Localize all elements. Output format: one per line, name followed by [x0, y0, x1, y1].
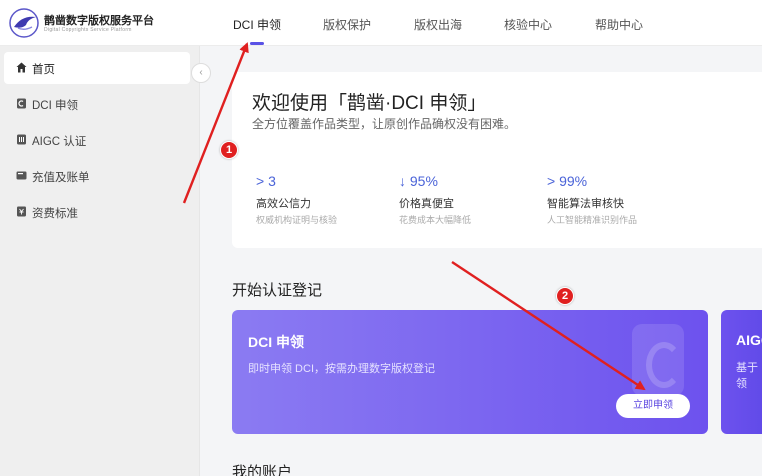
welcome-subtitle: 全方位覆盖作品类型，让原创作品确权没有困难。 [252, 117, 517, 131]
welcome-title: 欢迎使用「鹊凿·DCI 申领」 [252, 93, 487, 114]
brand-subtitle: Digital Copyrights Service Platform [44, 27, 132, 33]
sidebar-item-label: DCI 申领 [32, 100, 78, 112]
nav-copyright-overseas[interactable]: 版权出海 [414, 16, 462, 33]
magpie-logo-icon[interactable] [8, 7, 42, 39]
stat-name: 价格真便宜 [399, 198, 454, 210]
stat-desc: 人工智能精准识别作品 [547, 215, 638, 225]
sidebar-collapse-button[interactable]: ‹ [191, 63, 211, 83]
dci-apply-card[interactable]: DCI 申领 即时申领 DCI，按需办理数字版权登记 立即申领 [232, 310, 708, 434]
sidebar-item-dci[interactable]: DCI 申领 [4, 88, 190, 120]
nav-dci-apply[interactable]: DCI 申领 [233, 16, 281, 33]
sidebar-item-label: 充值及账单 [32, 172, 90, 184]
nav-verification-center[interactable]: 核验中心 [504, 16, 552, 33]
sidebar-item-label: 首页 [32, 64, 55, 76]
aigc-cert-card[interactable]: AIGC 基于领 [721, 310, 762, 434]
home-icon [16, 62, 27, 73]
sidebar-item-label: 资费标准 [32, 208, 78, 220]
account-section-title: 我的账户 [232, 464, 293, 476]
wallet-icon [16, 171, 27, 180]
fee-icon [17, 206, 26, 217]
stat-desc: 花费成本大幅降低 [399, 215, 472, 225]
sidebar-item-fees[interactable]: 资费标准 [4, 196, 190, 228]
sidebar: 首页 DCI 申领 AIGC 认证 充值及账单 资费标准 [0, 46, 200, 476]
chevron-left-icon: ‹ [199, 67, 203, 78]
stat-desc: 权威机构证明与核验 [256, 215, 338, 225]
nav-help-center[interactable]: 帮助中心 [595, 16, 643, 33]
annotation-badge-2: 2 [556, 287, 574, 305]
stat-price: ↓ 95% 价格真便宜 花费成本大幅降低 [399, 173, 471, 226]
nav-active-indicator [250, 42, 264, 45]
aigc-icon [17, 134, 26, 145]
stat-name: 高效公信力 [256, 198, 311, 210]
stat-name: 智能算法审核快 [547, 198, 624, 210]
stat-algorithm: > 99% 智能算法审核快 人工智能精准识别作品 [547, 173, 637, 226]
dci-card-title: DCI 申领 [248, 334, 304, 350]
dci-card-desc: 即时申领 DCI，按需办理数字版权登记 [248, 363, 435, 375]
apply-now-button[interactable]: 立即申领 [616, 394, 690, 418]
sidebar-item-home[interactable]: 首页 [4, 52, 190, 84]
sidebar-item-billing[interactable]: 充值及账单 [4, 160, 190, 192]
stat-credibility: > 3 高效公信力 权威机构证明与核验 [256, 173, 337, 226]
sidebar-item-aigc[interactable]: AIGC 认证 [4, 124, 190, 156]
nav-copyright-protection[interactable]: 版权保护 [323, 16, 371, 33]
brand-name: 鹊凿数字版权服务平台 [44, 15, 154, 27]
aigc-card-title: AIGC [736, 332, 762, 348]
annotation-badge-1: 1 [220, 141, 238, 159]
sidebar-item-label: AIGC 认证 [32, 136, 87, 148]
aigc-card-desc: 基于领 [736, 362, 758, 390]
stat-value: > 99% [547, 173, 588, 189]
top-header: 鹊凿数字版权服务平台 Digital Copyrights Service Pl… [0, 0, 762, 46]
dci-icon [17, 98, 26, 109]
stat-value: ↓ 95% [399, 173, 438, 189]
section-title: 开始认证登记 [232, 282, 323, 299]
stat-value: > 3 [256, 173, 276, 189]
welcome-card: 欢迎使用「鹊凿·DCI 申领」 全方位覆盖作品类型，让原创作品确权没有困难。 >… [232, 72, 762, 248]
dci-logo-icon [632, 324, 684, 396]
